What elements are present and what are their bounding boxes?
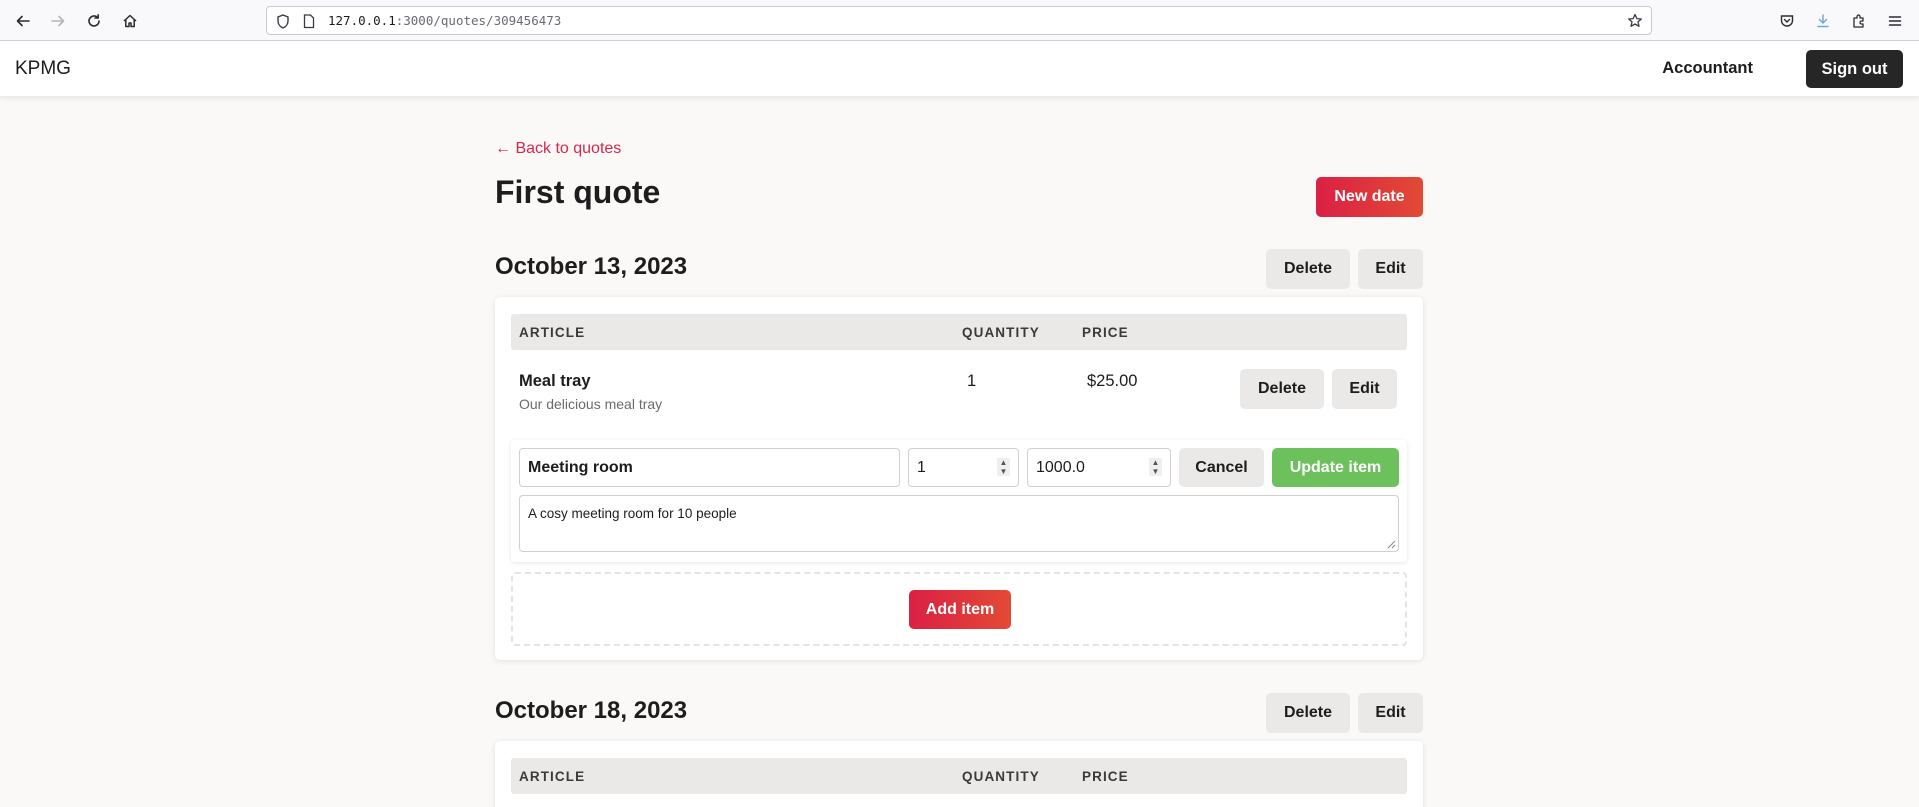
menu-icon[interactable] (1882, 8, 1908, 34)
column-header-quantity: QUANTITY (962, 769, 1040, 784)
table-header: ARTICLE QUANTITY PRICE (511, 758, 1407, 794)
item-price: $25.00 (1087, 372, 1138, 390)
column-header-article: ARTICLE (519, 325, 586, 340)
delete-date-button[interactable]: Delete (1266, 249, 1350, 289)
item-description-textarea[interactable]: A cosy meeting room for 10 people (519, 495, 1399, 552)
column-header-price: PRICE (1082, 769, 1129, 784)
delete-item-button[interactable]: Delete (1240, 369, 1324, 409)
forward-arrow-icon[interactable] (45, 8, 71, 34)
update-item-button[interactable]: Update item (1272, 448, 1399, 487)
table-header: ARTICLE QUANTITY PRICE (511, 314, 1407, 350)
page-title: First quote (495, 174, 661, 210)
quantity-stepper[interactable]: ▲ ▼ (997, 458, 1010, 476)
item-name: Meal tray (519, 372, 591, 390)
item-description: Our delicious meal tray (519, 396, 663, 412)
column-header-article: ARTICLE (519, 769, 586, 784)
column-header-price: PRICE (1082, 325, 1129, 340)
item-price-input[interactable]: 1000.0 ▲ ▼ (1027, 448, 1171, 487)
pocket-icon[interactable] (1774, 8, 1800, 34)
url-host: 127.0.0.1 (328, 13, 396, 28)
page-icon (301, 13, 317, 29)
edit-date-button[interactable]: Edit (1358, 249, 1423, 289)
item-name-input[interactable]: Meeting room (519, 448, 900, 487)
add-item-zone: Add item (511, 572, 1407, 646)
item-quantity-input[interactable]: 1 ▲ ▼ (908, 448, 1019, 487)
item-name-value: Meeting room (528, 459, 633, 476)
home-icon[interactable] (117, 8, 143, 34)
date-title: October 18, 2023 (495, 697, 688, 724)
line-items-card: ARTICLE QUANTITY PRICE Meal tray Our del… (495, 297, 1423, 660)
downloads-icon[interactable] (1810, 8, 1836, 34)
line-items-card: ARTICLE QUANTITY PRICE (495, 741, 1423, 807)
shield-icon[interactable] (275, 13, 291, 29)
item-description-value: A cosy meeting room for 10 people (528, 506, 737, 521)
new-date-button[interactable]: New date (1316, 177, 1423, 217)
reload-icon[interactable] (81, 8, 107, 34)
item-quantity: 1 (967, 372, 977, 390)
app-navbar: KPMG Accountant Sign out (0, 41, 1919, 97)
item-quantity-value: 1 (917, 459, 926, 476)
item-price-value: 1000.0 (1036, 459, 1085, 476)
bookmark-star-icon[interactable] (1627, 13, 1643, 29)
back-to-quotes-link[interactable]: ← Back to quotes (495, 140, 621, 158)
add-item-button[interactable]: Add item (909, 590, 1011, 629)
extensions-icon[interactable] (1846, 8, 1872, 34)
brand-logo[interactable]: KPMG (15, 58, 71, 80)
edit-date-button[interactable]: Edit (1358, 693, 1423, 733)
url-text[interactable]: 127.0.0.1:3000/quotes/309456473 (328, 13, 561, 28)
column-header-quantity: QUANTITY (962, 325, 1040, 340)
back-arrow-icon[interactable] (10, 8, 36, 34)
delete-date-button[interactable]: Delete (1266, 693, 1350, 733)
resize-handle-icon[interactable] (1387, 540, 1396, 549)
address-bar[interactable]: 127.0.0.1:3000/quotes/309456473 (266, 6, 1652, 35)
edit-item-button[interactable]: Edit (1332, 369, 1397, 409)
browser-toolbar: 127.0.0.1:3000/quotes/309456473 (0, 0, 1919, 41)
edit-item-form: Meeting room 1 ▲ ▼ 1000.0 ▲ ▼ Cancel Updat… (511, 440, 1407, 562)
date-title: October 13, 2023 (495, 253, 688, 280)
current-user-name: Accountant (1662, 59, 1753, 77)
cancel-button[interactable]: Cancel (1179, 448, 1264, 487)
price-stepper[interactable]: ▲ ▼ (1149, 458, 1162, 476)
url-path: :3000/quotes/309456473 (395, 13, 562, 28)
sign-out-button[interactable]: Sign out (1806, 50, 1903, 88)
